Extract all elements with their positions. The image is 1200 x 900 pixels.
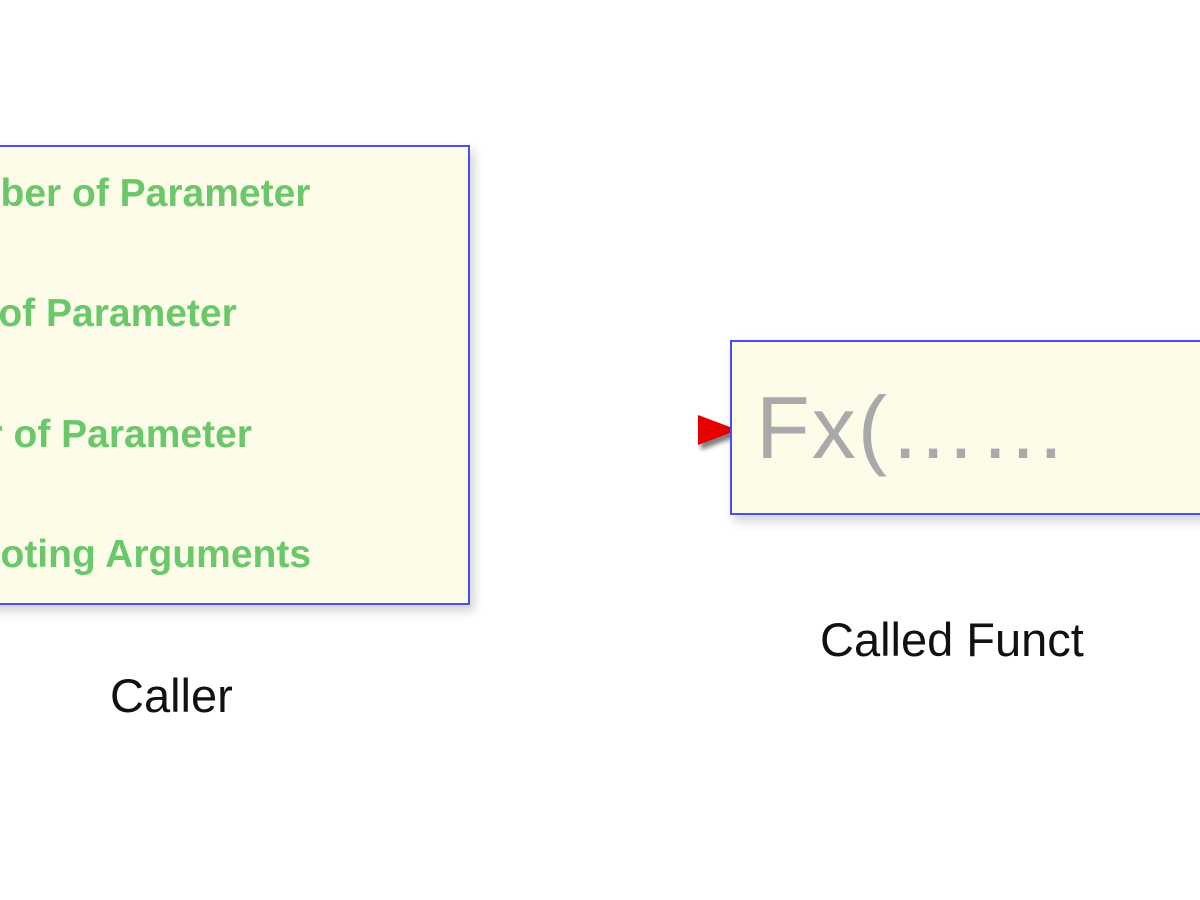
- caller-label: Caller: [110, 668, 233, 723]
- arrow-icon: [470, 395, 742, 465]
- diagram-canvas: umber of Parameter pe of Parameter der o…: [0, 0, 1200, 900]
- caller-param-line: der of Parameter: [0, 414, 450, 457]
- caller-param-line: omoting Arguments: [0, 534, 450, 577]
- called-function-box: Fx(……: [730, 340, 1200, 515]
- caller-box: umber of Parameter pe of Parameter der o…: [0, 145, 470, 605]
- called-function-label: Called Funct: [820, 612, 1084, 667]
- caller-param-line: pe of Parameter: [0, 293, 450, 336]
- caller-param-line: umber of Parameter: [0, 173, 450, 216]
- fx-expression: Fx(……: [756, 377, 1069, 479]
